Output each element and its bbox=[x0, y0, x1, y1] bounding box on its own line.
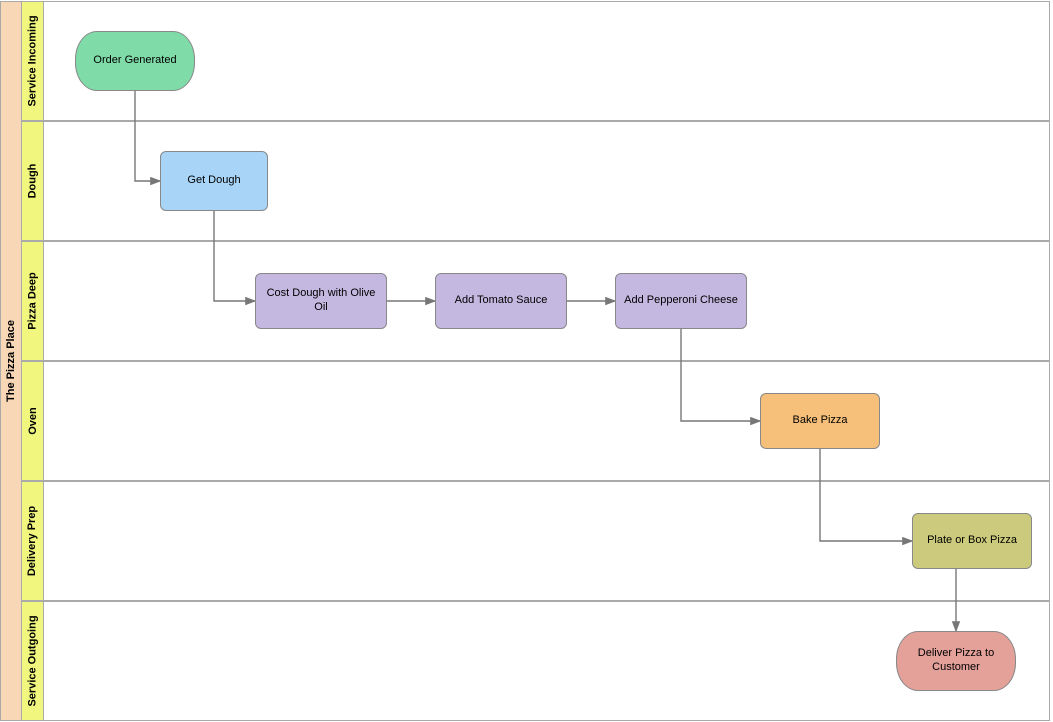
lane-label-delivery-prep: Delivery Prep bbox=[22, 481, 44, 601]
node-plate-box-pizza[interactable]: Plate or Box Pizza bbox=[912, 513, 1032, 569]
lane-label-text: Service Outgoing bbox=[27, 615, 39, 706]
lane-label-text: Pizza Deep bbox=[27, 272, 39, 329]
node-label: Add Pepperoni Cheese bbox=[624, 294, 738, 308]
lane-label-service-incoming: Service Incoming bbox=[22, 1, 44, 121]
node-label: Plate or Box Pizza bbox=[927, 534, 1017, 548]
node-label: Order Generated bbox=[93, 54, 176, 68]
node-label: Deliver Pizza to Customer bbox=[901, 647, 1011, 675]
node-add-pepperoni-cheese[interactable]: Add Pepperoni Cheese bbox=[615, 273, 747, 329]
lane-label-text: Oven bbox=[27, 407, 39, 435]
lane-label-service-outgoing: Service Outgoing bbox=[22, 601, 44, 721]
pool-title-bar: The Pizza Place bbox=[0, 1, 22, 721]
node-order-generated[interactable]: Order Generated bbox=[75, 31, 195, 91]
lane-label-text: Delivery Prep bbox=[27, 506, 39, 576]
node-cost-dough-olive-oil[interactable]: Cost Dough with Olive Oil bbox=[255, 273, 387, 329]
pool-title-text: The Pizza Place bbox=[5, 320, 17, 402]
node-label: Cost Dough with Olive Oil bbox=[260, 287, 382, 315]
node-label: Add Tomato Sauce bbox=[455, 294, 548, 308]
node-get-dough[interactable]: Get Dough bbox=[160, 151, 268, 211]
node-add-tomato-sauce[interactable]: Add Tomato Sauce bbox=[435, 273, 567, 329]
lane-label-pizza-deep: Pizza Deep bbox=[22, 241, 44, 361]
lane-body-delivery-prep bbox=[44, 481, 1050, 601]
lane-label-oven: Oven bbox=[22, 361, 44, 481]
node-deliver-pizza[interactable]: Deliver Pizza to Customer bbox=[896, 631, 1016, 691]
lane-body-oven bbox=[44, 361, 1050, 481]
node-label: Get Dough bbox=[187, 174, 240, 188]
lane-label-dough: Dough bbox=[22, 121, 44, 241]
lane-label-text: Service Incoming bbox=[27, 15, 39, 106]
lane-label-text: Dough bbox=[27, 164, 39, 199]
node-label: Bake Pizza bbox=[792, 414, 847, 428]
node-bake-pizza[interactable]: Bake Pizza bbox=[760, 393, 880, 449]
